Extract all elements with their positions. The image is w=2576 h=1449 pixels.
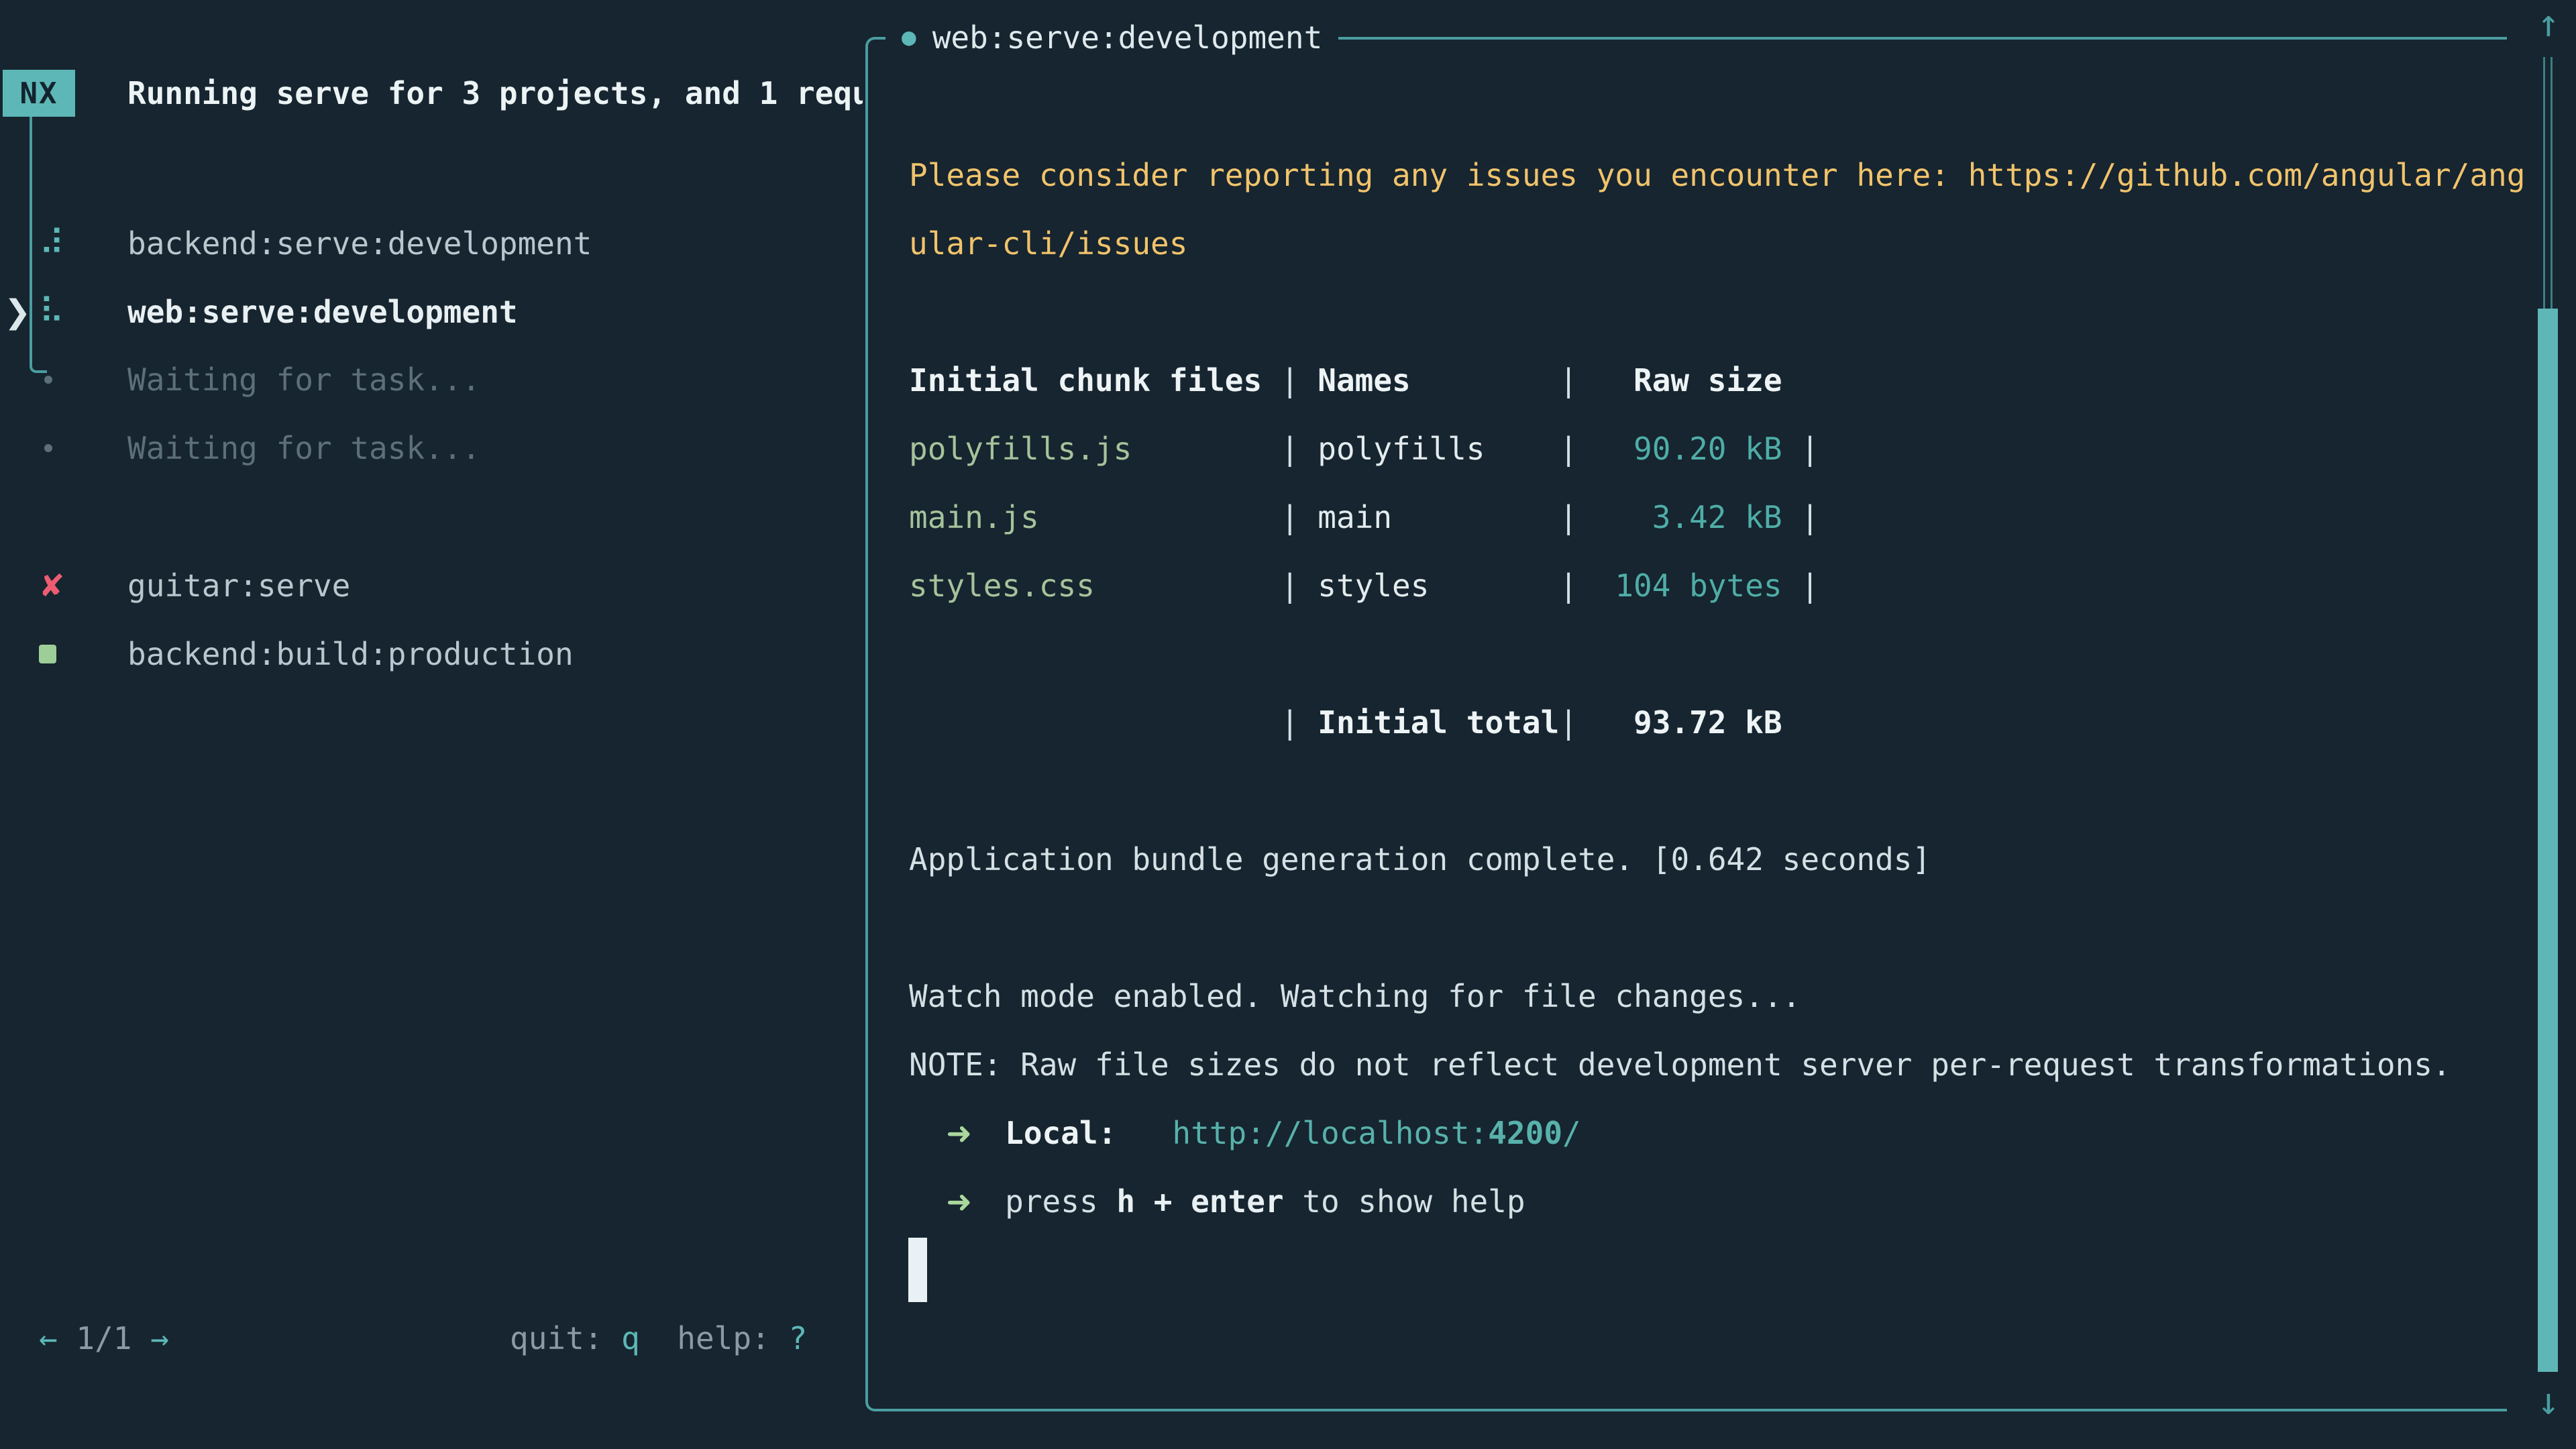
spinner-icon: ⠧ — [39, 278, 64, 346]
local-url-line: ➜Local: http://localhost:4200/ — [909, 1099, 1581, 1167]
column-separator: | — [1559, 483, 1596, 551]
scrollbar-track[interactable] — [2543, 57, 2553, 309]
watch-mode-line: Watch mode enabled. Watching for file ch… — [909, 962, 1801, 1030]
col-header-names: Names — [1318, 346, 1559, 415]
task-label: Waiting for task... — [127, 345, 480, 414]
scrollbar-down-arrow-icon[interactable]: ↓ — [2530, 1383, 2567, 1421]
nx-tui-screen: NX Running serve for 3 projects, and 1 r… — [0, 0, 2576, 1449]
hotkey-hints: quit: q help:? — [510, 1304, 807, 1373]
chunk-size: 90.20 kB — [1597, 415, 1782, 483]
selection-chevron-icon: ❯ — [4, 278, 31, 346]
app-title: Running serve for 3 projects, and 1 requ — [127, 70, 863, 117]
task-row-backend-serve[interactable]: ⠼ backend:serve:development — [0, 209, 861, 278]
column-separator: | — [1559, 688, 1596, 757]
panel-title-text: web:serve:development — [932, 19, 1323, 56]
panel-title: ● web:serve:development — [885, 5, 1338, 70]
col-header-files: Initial chunk files — [909, 346, 1281, 415]
column-separator: | — [1559, 346, 1596, 415]
pager-value: 1/1 — [76, 1320, 131, 1356]
quit-label: quit: — [510, 1320, 602, 1356]
column-separator: | — [1281, 483, 1318, 551]
table-header-row: Initial chunk files|Names|Raw size — [909, 346, 1782, 415]
chunk-file: polyfills.js — [909, 415, 1281, 483]
task-row-backend-build[interactable]: backend:build:production — [0, 620, 861, 688]
table-row: polyfills.js|polyfills|90.20 kB| — [909, 415, 1819, 483]
press-keys: h + enter — [1116, 1183, 1283, 1220]
total-size: 93.72 kB — [1597, 688, 1782, 757]
pager-left-arrow-icon[interactable]: ← — [39, 1320, 58, 1356]
waiting-dot-icon — [39, 414, 52, 482]
chunk-size: 104 bytes — [1597, 551, 1782, 620]
column-separator: | — [1559, 551, 1596, 620]
help-label: help: — [677, 1320, 769, 1356]
running-dot-icon: ● — [902, 25, 916, 50]
task-label: backend:serve:development — [127, 209, 592, 278]
note-line: NOTE: Raw file sizes do not reflect deve… — [909, 1030, 2451, 1099]
quit-key: q — [621, 1320, 640, 1356]
scrollbar-thumb[interactable] — [2538, 309, 2558, 1372]
local-label: Local: — [1005, 1115, 1116, 1151]
task-label: web:serve:development — [127, 278, 518, 346]
pager: ← 1/1 → — [39, 1304, 169, 1373]
task-row-waiting-1[interactable]: Waiting for task... — [0, 345, 861, 414]
task-label: Waiting for task... — [127, 414, 480, 482]
notice-line-2: ular-cli/issues — [909, 209, 1187, 278]
scrollbar-up-arrow-icon[interactable]: ↑ — [2530, 5, 2567, 43]
press-prefix: press — [1005, 1167, 1116, 1236]
local-url[interactable]: http://localhost:4200/ — [1172, 1115, 1580, 1151]
success-square-icon — [39, 620, 56, 688]
failed-cross-icon: ✘ — [39, 551, 65, 620]
total-label: Initial total — [1318, 688, 1559, 757]
help-hint-line: ➜pressh + enter to show help — [909, 1167, 1525, 1236]
task-row-web-serve[interactable]: ❯ ⠧ web:serve:development — [0, 278, 861, 346]
column-separator: | — [1559, 415, 1596, 483]
notice-line-1: Please consider reporting any issues you… — [909, 141, 2525, 209]
table-total-row: |Initial total|93.72 kB — [909, 688, 1782, 757]
chunk-file: styles.css — [909, 551, 1281, 620]
task-row-waiting-2[interactable]: Waiting for task... — [0, 414, 861, 482]
column-separator: | — [1782, 551, 1819, 620]
column-separator: | — [1782, 415, 1819, 483]
chunk-name: main — [1318, 483, 1559, 551]
task-label: backend:build:production — [127, 620, 574, 688]
column-separator: | — [1281, 688, 1318, 757]
chunk-name: styles — [1318, 551, 1559, 620]
task-row-guitar-serve[interactable]: ✘ guitar:serve — [0, 551, 861, 620]
waiting-dot-icon — [39, 345, 52, 414]
press-suffix: to show help — [1302, 1183, 1525, 1220]
chunk-name: polyfills — [1318, 415, 1559, 483]
help-key: ? — [788, 1320, 807, 1356]
bundle-complete-line: Application bundle generation complete. … — [909, 825, 1931, 894]
table-row: main.js|main|3.42 kB| — [909, 483, 1819, 551]
task-label: guitar:serve — [127, 551, 350, 620]
arrow-icon: ➜ — [946, 1167, 1005, 1236]
table-row: styles.css|styles|104 bytes| — [909, 551, 1819, 620]
column-separator: | — [1782, 483, 1819, 551]
column-separator: | — [1281, 551, 1318, 620]
sidebar-footer: ← 1/1 → quit: q help:? — [0, 1304, 861, 1373]
chunk-size: 3.42 kB — [1597, 483, 1782, 551]
col-header-size: Raw size — [1597, 346, 1782, 415]
column-separator: | — [1281, 415, 1318, 483]
spinner-icon: ⠼ — [39, 209, 64, 278]
terminal-cursor — [908, 1238, 927, 1302]
arrow-icon: ➜ — [946, 1099, 1005, 1167]
column-separator: | — [1281, 346, 1318, 415]
pager-right-arrow-icon[interactable]: → — [150, 1320, 169, 1356]
chunk-file: main.js — [909, 483, 1281, 551]
nx-logo-badge: NX — [3, 70, 75, 117]
